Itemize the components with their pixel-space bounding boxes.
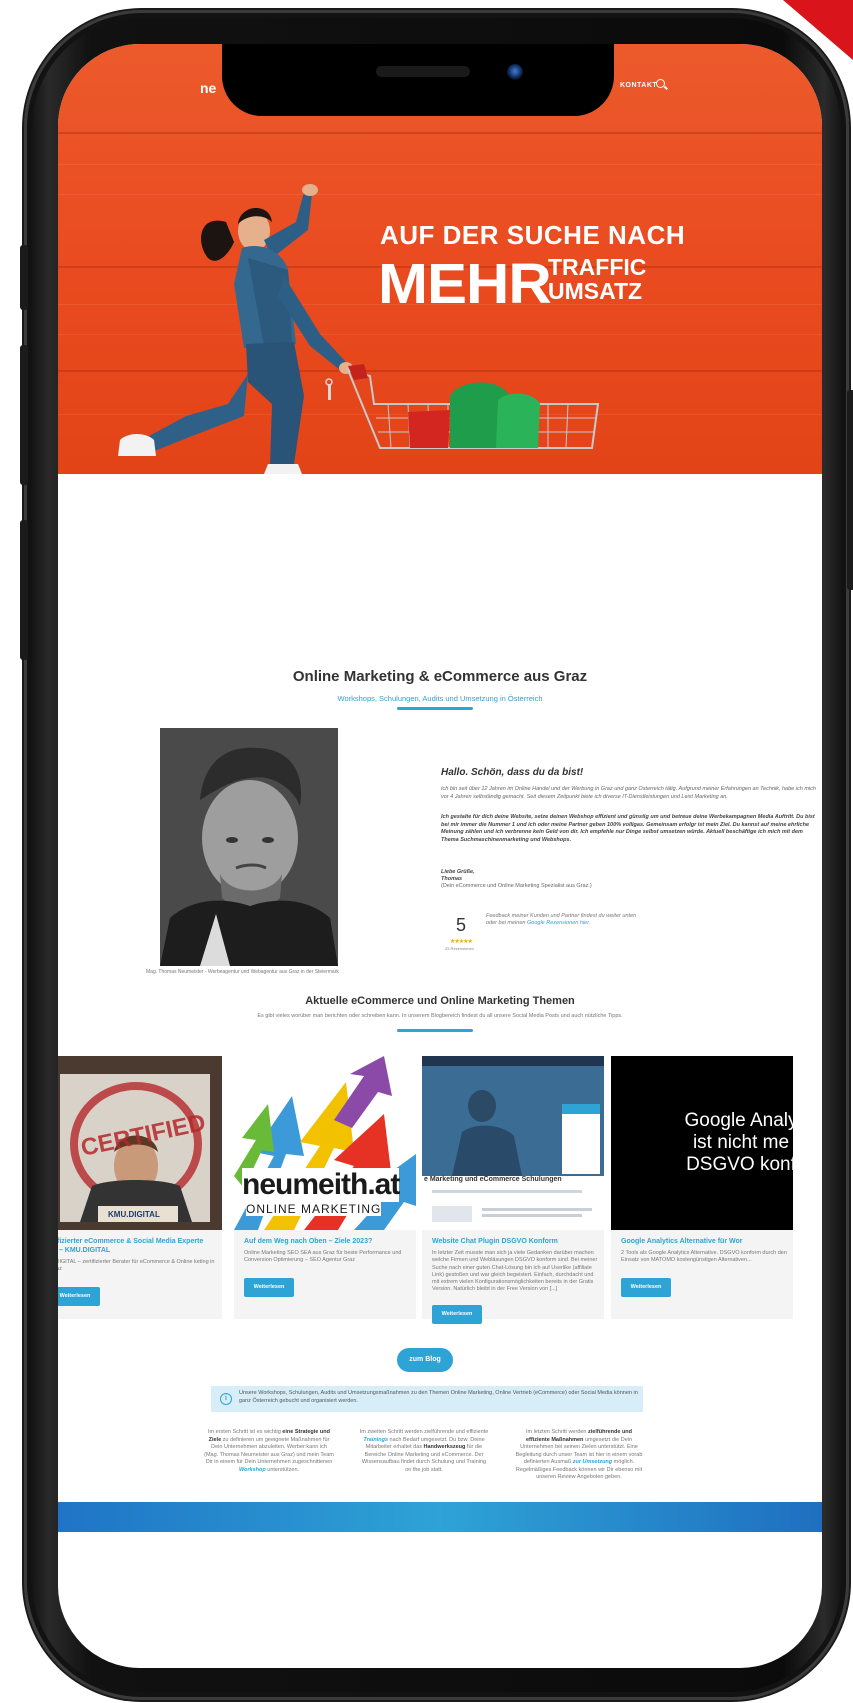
- card-title-line-2: E) – KMU.DIGITAL: [58, 1247, 111, 1254]
- card-image[interactable]: neumeith.at ONLINE MARKETING: [234, 1056, 416, 1230]
- card-brand-text: KMU.DIGITAL: [108, 1210, 160, 1219]
- google-reviews-link[interactable]: Google Rezensionen hier.: [527, 920, 590, 926]
- footer-band: [58, 1502, 822, 1532]
- greeting-paragraph-2: Ich gestalte für dich deine Website, set…: [441, 814, 815, 843]
- card-caption-text: e Marketing und eCommerce Schulungen: [424, 1176, 562, 1183]
- card-title[interactable]: Google Analytics Alternative für Wor: [621, 1237, 789, 1246]
- card-excerpt: In letzter Zeit musste man sich ja viele…: [432, 1250, 598, 1293]
- blog-card[interactable]: CERTIFIED KMU.DIGITAL rtifizierter eComm…: [58, 1056, 222, 1319]
- step-column-2: Im zweiten Schritt werden zielführende u…: [359, 1429, 489, 1474]
- camera-icon: [507, 64, 523, 80]
- step-text: Im zweiten Schritt werden zielführende u…: [359, 1429, 489, 1435]
- info-text: Unsere Workshops, Schulungen, Audits und…: [239, 1390, 638, 1404]
- signoff-role: (Dein eCommerce und Online Marketing Spe…: [441, 883, 592, 889]
- blog-section-title: Aktuelle eCommerce und Online Marketing …: [305, 995, 575, 1007]
- card-title[interactable]: rtifizierter eCommerce & Social Media Ex…: [58, 1237, 218, 1255]
- card-title[interactable]: Website Chat Plugin DSGVO Konform: [432, 1237, 600, 1246]
- section-title: Online Marketing & eCommerce aus Graz: [292, 668, 588, 685]
- card-image[interactable]: CERTIFIED KMU.DIGITAL: [58, 1056, 222, 1230]
- phone-notch: [222, 44, 614, 116]
- rating-count: 25 Rezensionen: [445, 946, 474, 951]
- step-text: zu definieren um geeignete Maßnahmen für…: [204, 1436, 334, 1466]
- card-excerpt: 2 Tools als Google Analytics Alternative…: [621, 1250, 787, 1264]
- blog-card[interactable]: e Marketing und eCommerce Schulungen Web…: [422, 1056, 604, 1324]
- card-excerpt: U.DIGITAL – zertifizierter Berater für e…: [58, 1259, 215, 1273]
- step-keyword: Handwerkszeug: [423, 1444, 466, 1450]
- card-image[interactable]: e Marketing und eCommerce Schulungen: [422, 1056, 604, 1230]
- section-subtitle: Workshops, Schulungen, Audits und Umsetz…: [337, 694, 543, 703]
- signoff-greeting: Liebe Grüße,: [441, 869, 475, 875]
- step-text: Im ersten Schritt ist es wichtig: [208, 1429, 283, 1435]
- title-underline: [397, 707, 473, 710]
- step-text: unterstützen.: [265, 1466, 300, 1473]
- workshop-link[interactable]: Workshop: [239, 1467, 266, 1473]
- signoff-name: Thomas: [441, 876, 463, 882]
- portrait-illustration: [160, 728, 338, 966]
- hero-word-traffic: TRAFFIC: [548, 254, 647, 280]
- volume-up-button: [20, 345, 28, 485]
- info-box: i Unsere Workshops, Schulungen, Audits u…: [211, 1386, 643, 1412]
- rating-value: 5: [456, 915, 467, 935]
- power-button: [847, 390, 853, 590]
- card-title-line-1: rtifizierter eCommerce & Social Media Ex…: [58, 1238, 204, 1245]
- card-excerpt: Online Marketing SEO SEA aus Graz für be…: [244, 1250, 402, 1264]
- card-title[interactable]: Auf dem Weg nach Oben – Ziele 2023?: [244, 1237, 412, 1246]
- card-image-line-2: ist nicht me: [692, 1132, 790, 1153]
- rating-stars: ★★★★★: [450, 939, 473, 945]
- step-column-1: Im ersten Schritt ist es wichtig eine St…: [204, 1429, 334, 1474]
- signoff: Liebe Grüße, Thomas: [441, 869, 475, 883]
- read-more-button[interactable]: Weiterlesen: [58, 1287, 100, 1306]
- read-more-button[interactable]: Weiterlesen: [621, 1278, 671, 1297]
- info-icon: i: [220, 1393, 232, 1405]
- card-image[interactable]: Google Analy ist nicht me DSGVO konf: [611, 1056, 793, 1230]
- hero-word-umsatz: UMSATZ: [548, 278, 643, 304]
- portrait-photo: [160, 728, 338, 966]
- speaker-grille: [376, 66, 470, 77]
- silent-switch: [20, 245, 28, 310]
- card-image-line-1: Google Analy: [684, 1110, 793, 1131]
- phone-screen: ne KONTAKT AUF DER SUCHE NACH MEHR TRAFF…: [58, 44, 822, 1668]
- read-more-button[interactable]: Weiterlesen: [244, 1278, 294, 1297]
- blog-section-subtitle: Es gibt vieles worüber man berichten ode…: [257, 1013, 623, 1019]
- greeting-paragraph-1: Ich bin seit über 12 Jahren im Online Ha…: [441, 786, 816, 800]
- blog-card[interactable]: neumeith.at ONLINE MARKETING Auf dem Weg…: [234, 1056, 416, 1319]
- blog-card[interactable]: Google Analy ist nicht me DSGVO konf Goo…: [611, 1056, 793, 1319]
- step-column-3: Im letzten Schritt werden zielführende u…: [514, 1429, 644, 1482]
- portrait-caption: Mag. Thomas Neumeister - Werbeagentur un…: [146, 969, 339, 975]
- volume-down-button: [20, 520, 28, 660]
- hero-big-word: MEHR: [378, 251, 552, 316]
- read-more-button[interactable]: Weiterlesen: [432, 1305, 482, 1324]
- step-text: Im letzten Schritt werden: [525, 1429, 589, 1435]
- blog-title-underline: [397, 1029, 473, 1032]
- card-image-text: Google Analy ist nicht me DSGVO konf: [631, 1110, 793, 1176]
- umsetzung-link[interactable]: zur Umsetzung: [573, 1459, 612, 1465]
- hero-headline: AUF DER SUCHE NACH: [380, 220, 686, 250]
- card-brand-text: neumeith.at: [242, 1168, 400, 1202]
- card-image-line-3: DSGVO konf: [686, 1154, 793, 1175]
- card-tagline-text: ONLINE MARKETING: [246, 1202, 382, 1216]
- to-blog-button[interactable]: zum Blog: [397, 1348, 453, 1372]
- trainings-link[interactable]: Trainings: [363, 1437, 388, 1443]
- chat-website-screenshot: [422, 1056, 604, 1230]
- feedback-text: Feedback meiner Kunden und Partner finde…: [486, 913, 646, 927]
- greeting-title: Hallo. Schön, dass du da bist!: [441, 767, 584, 778]
